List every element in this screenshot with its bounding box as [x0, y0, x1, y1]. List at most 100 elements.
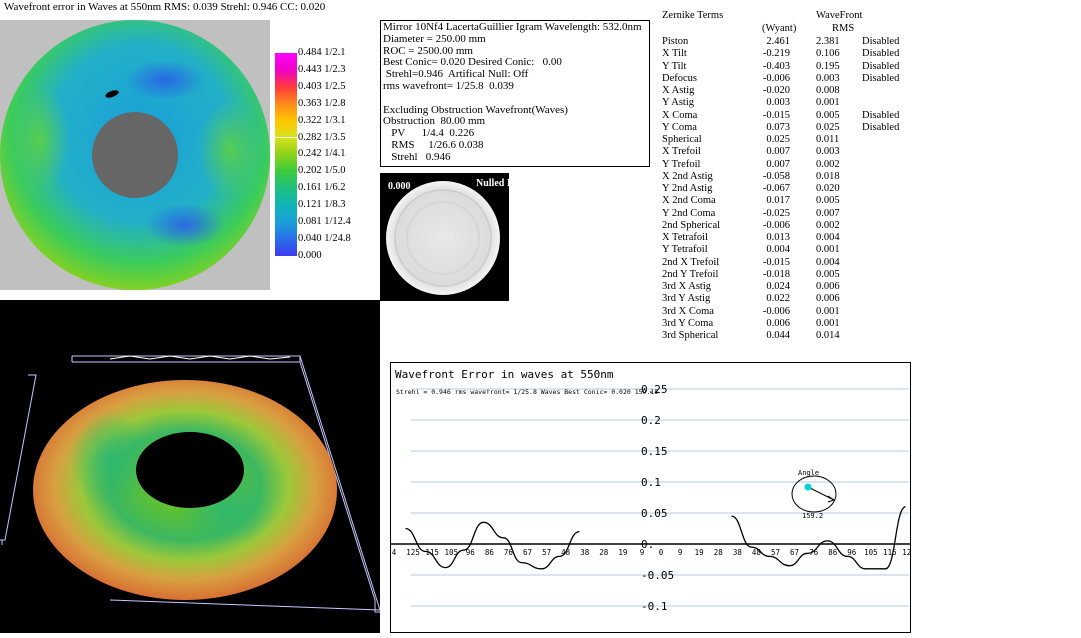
profile-curve-left: [405, 521, 580, 570]
legend-label: 0.443 1/2.3: [298, 63, 346, 75]
wavefront-map[interactable]: [0, 20, 270, 290]
zernike-wyant-value: -0.015: [762, 256, 790, 268]
info-line: rms wavefront= 1/25.8 0.039: [383, 79, 514, 92]
zernike-wyant-value: -0.067: [762, 183, 790, 194]
x-tick-label: 9: [640, 548, 645, 557]
zernike-term-name: X Astig: [662, 85, 695, 96]
zernike-rms-value: 2.381: [816, 36, 840, 47]
zernike-term-name: 3rd Spherical: [662, 330, 719, 341]
legend-label: 0.081 1/12.4: [298, 216, 351, 227]
x-tick-label: 19: [618, 548, 627, 557]
nulled-label: Nulled I: [476, 178, 509, 189]
zernike-rms-value: 0.020: [816, 183, 840, 194]
nulled-igram-image: [386, 181, 500, 295]
zernike-term-name: X Trefoil: [662, 146, 701, 158]
y-tick-label: 0.15: [641, 445, 668, 458]
zernike-status: Disabled: [862, 60, 900, 72]
legend-label: 0.403 1/2.5: [298, 80, 346, 92]
legend-label: 0.322 1/3.1: [298, 114, 346, 126]
x-tick-label: 38: [580, 548, 590, 557]
central-obstruction: [92, 112, 178, 198]
3d-surface-view[interactable]: [0, 300, 381, 633]
zernike-term-name: Y Tetrafoil: [662, 244, 708, 256]
angle-indicator[interactable]: Angle 159.2: [791, 469, 837, 520]
3d-surface-canvas[interactable]: [0, 300, 381, 633]
angle-value: 159.2: [802, 512, 823, 520]
zernike-term-name: X 2nd Astig: [662, 170, 713, 182]
x-tick-label: 96: [847, 548, 857, 557]
zernike-rms-value: 0.106: [816, 48, 840, 60]
wavefront-map-panel[interactable]: [0, 20, 270, 290]
zernike-rms-value: 0.025: [816, 121, 840, 133]
zernike-rms-value: 0.018: [816, 170, 840, 182]
x-tick-label: 67: [523, 548, 532, 557]
nulled-igram-panel[interactable]: 0.000 Nulled I: [380, 173, 509, 301]
zernike-rms-value: 0.002: [816, 219, 840, 231]
x-tick-label: 4: [392, 548, 397, 557]
x-tick-label: 125: [902, 548, 911, 557]
zernike-status: Disabled: [862, 121, 900, 133]
zernike-term-name: 3rd Y Astig: [662, 293, 711, 305]
nulled-value: 0.000: [388, 181, 411, 192]
zernike-wyant-value: 2.461: [766, 36, 790, 47]
zernike-wyant-value: -0.403: [762, 60, 790, 72]
zernike-status: Disabled: [862, 48, 900, 60]
zernike-rms-value: 0.007: [816, 207, 840, 219]
x-tick-label: 19: [695, 548, 704, 557]
zernike-wyant-value: 0.024: [766, 281, 790, 292]
zernike-term-name: Y Tilt: [662, 60, 687, 72]
zernike-term-name: Y 2nd Coma: [662, 207, 716, 219]
zernike-status: Disabled: [862, 72, 900, 84]
zernike-wyant-value: -0.015: [762, 109, 790, 121]
zernike-wyant-value: 0.073: [766, 121, 790, 133]
zernike-term-name: Defocus: [662, 72, 697, 84]
profile-plot[interactable]: Wavefront Error in waves at 550nm Strehl…: [390, 362, 911, 633]
zernike-term-name: X Tilt: [662, 48, 687, 60]
zernike-term-name: Y Coma: [662, 121, 697, 133]
zernike-rms-value: 0.006: [816, 293, 840, 305]
zernike-term-name: 3rd X Coma: [662, 305, 714, 317]
zernike-term-name: X Tetrafoil: [662, 232, 709, 243]
zernike-term-name: 2nd X Trefoil: [662, 256, 720, 268]
legend-swatch: [275, 188, 297, 206]
legend-label: 0.040 1/24.8: [298, 232, 351, 244]
zernike-term-name: 2nd Spherical: [662, 219, 721, 231]
zernike-rms-value: 0.195: [816, 60, 840, 72]
angle-label: Angle: [798, 469, 819, 477]
zernike-term-name: Y Trefoil: [662, 158, 701, 170]
zernike-term-name: X 2nd Coma: [662, 195, 716, 207]
x-tick-label: 38: [733, 548, 743, 557]
y-tick-label: -0.05: [641, 569, 674, 582]
zernike-status: Disabled: [862, 109, 900, 121]
info-line: RMS 1/26.6 0.038: [383, 138, 484, 151]
zernike-rms-value: 0.003: [816, 72, 840, 84]
x-tick-label: 57: [771, 548, 780, 557]
legend-label: 0.282 1/3.5: [298, 131, 346, 143]
mirror-info-box: Mirror 10Nf4 LacertaGuillier Igram Wavel…: [380, 20, 650, 167]
zernike-rms-value: 0.014: [816, 330, 840, 341]
zernike-wyant-value: -0.018: [762, 268, 790, 280]
zernike-rms-value: 0.008: [816, 85, 840, 96]
zernike-rms-value: 0.001: [816, 244, 840, 256]
zernike-rms-value: 0.005: [816, 109, 840, 121]
x-tick-label: 67: [790, 548, 799, 557]
zernike-term-name: X Coma: [662, 109, 698, 121]
legend-swatch: [275, 69, 297, 87]
legend-swatch: [275, 137, 297, 155]
zernike-header: Zernike Terms: [662, 10, 724, 21]
zernike-wyant-value: 0.013: [766, 232, 790, 243]
y-tick-label: 0.1: [641, 476, 661, 489]
legend-label: 0.242 1/4.1: [298, 148, 346, 160]
x-tick-label: 115: [883, 548, 897, 557]
wavefront-col-header: WaveFront: [816, 10, 863, 21]
zernike-wyant-value: -0.006: [762, 305, 790, 317]
legend-label: 0.161 1/6.2: [298, 182, 346, 194]
zernike-rms-value: 0.005: [816, 268, 840, 280]
zernike-rms-value: 0.004: [816, 256, 840, 268]
x-tick-label: 105: [864, 548, 878, 557]
zernike-rms-value: 0.006: [816, 281, 840, 292]
legend-swatch: [275, 171, 297, 189]
zernike-wyant-value: -0.219: [762, 48, 790, 60]
x-tick-label: 57: [542, 548, 551, 557]
legend-swatch: [275, 86, 297, 104]
